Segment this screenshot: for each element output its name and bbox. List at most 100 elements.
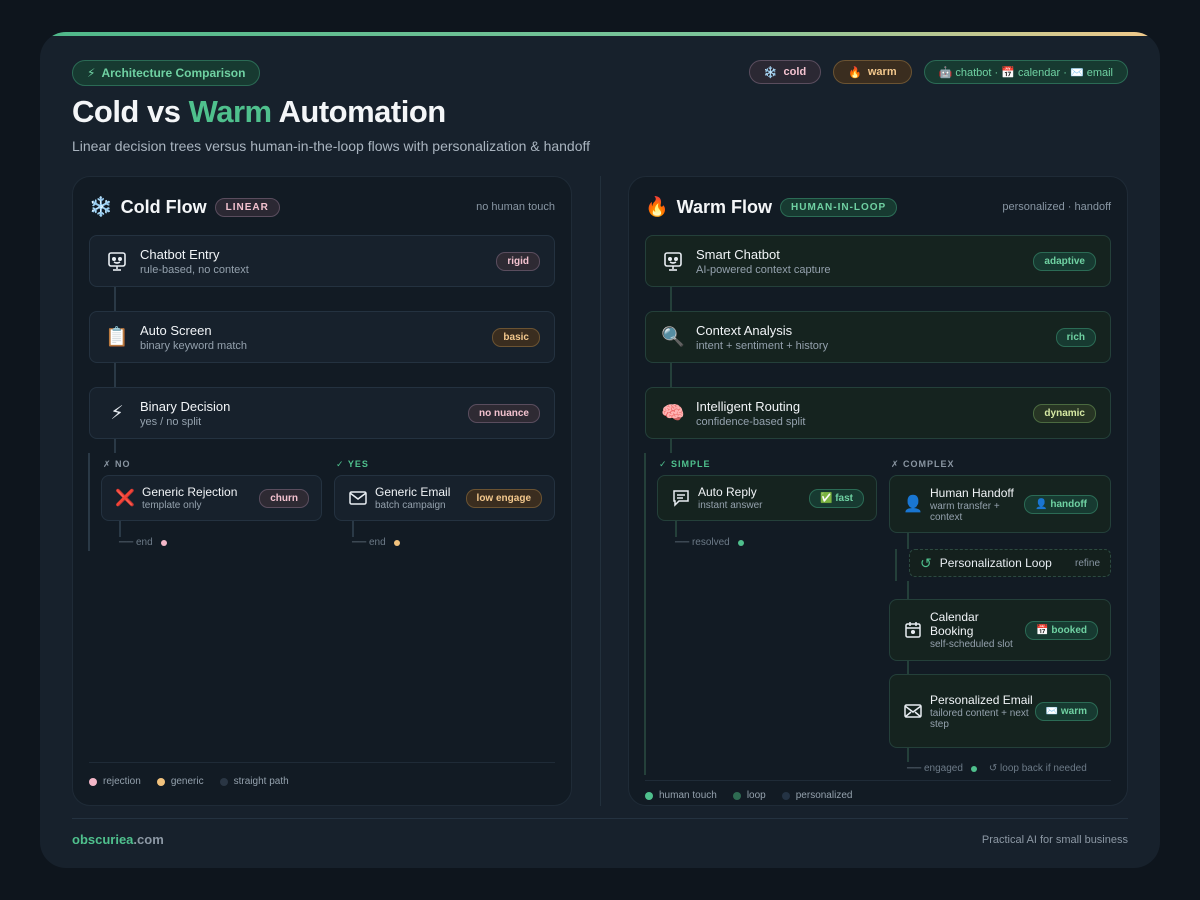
node-subtitle: yes / no split — [140, 415, 202, 428]
cold-panel-title: Cold Flow — [120, 196, 207, 217]
node-subtitle: tailored content + next step — [930, 707, 1029, 730]
connector — [114, 439, 116, 453]
connector — [670, 439, 672, 453]
chat-bubble-icon — [670, 487, 692, 509]
node-subtitle: binary keyword match — [140, 339, 247, 352]
end-dot — [737, 539, 744, 546]
chip-cold: ❄️ cold — [748, 60, 822, 84]
connector — [907, 661, 909, 675]
connector — [907, 533, 909, 549]
end-label: ── engaged — [907, 763, 963, 774]
end-row-yes: ── end — [352, 537, 400, 548]
page-subtitle: Linear decision trees versus human-in-th… — [72, 138, 591, 154]
brand-name: obscuriea — [72, 832, 134, 847]
legend-label: rejection — [103, 776, 141, 787]
connector — [907, 748, 909, 762]
warm-panel-note: personalized · handoff — [1002, 201, 1111, 213]
magnifier-icon: 🔍 — [661, 327, 685, 348]
node-intelligent-routing: 🧠 Intelligent Routing confidence-based s… — [645, 387, 1111, 439]
end-dot — [393, 539, 400, 546]
node-badge: ✅ fast — [808, 488, 864, 508]
warm-panel-title: Warm Flow — [676, 196, 773, 217]
node-title: Personalized Email — [930, 692, 1033, 707]
human-in-loop-tag: HUMAN-IN-LOOP — [780, 197, 898, 217]
end-label: ── end — [119, 537, 153, 548]
fire-icon: 🔥 — [645, 197, 669, 218]
calendar-icon — [902, 619, 924, 641]
node-title: Calendar Booking — [930, 610, 979, 638]
envelope-icon — [902, 700, 924, 722]
node-generic-rejection: ❌ Generic Rejection template only churn — [101, 475, 322, 521]
legend-dot — [732, 791, 741, 800]
legend-label: human touch — [659, 790, 717, 801]
node-subtitle: rule-based, no context — [140, 263, 249, 276]
chip-tools-label: 🤖 chatbot · 📅 calendar · ✉️ email — [938, 66, 1113, 79]
legend-item: generic — [156, 776, 204, 787]
footer-divider — [72, 818, 1128, 819]
node-subtitle: intent + sentiment + history — [696, 339, 829, 352]
snowflake-icon: ❄️ — [763, 66, 778, 79]
architecture-label: Architecture Comparison — [101, 66, 246, 80]
header-chips: ❄️ cold 🔥 warm 🤖 chatbot · 📅 calendar · … — [748, 60, 1128, 84]
node-title: Chatbot Entry — [140, 246, 220, 262]
warm-panel-header: 🔥 Warm Flow HUMAN-IN-LOOP — [645, 195, 898, 219]
fire-icon: 🔥 — [848, 66, 862, 79]
legend-label: loop — [746, 790, 766, 801]
node-subtitle: instant answer — [698, 500, 763, 511]
legend-item: personalized — [781, 790, 852, 801]
branch-label-complex: ✗ COMPLEX — [891, 459, 955, 469]
legend-label: straight path — [233, 776, 289, 787]
node-badge: rigid — [496, 251, 540, 271]
node-subtitle: template only — [142, 500, 202, 511]
legend-dot — [156, 777, 165, 786]
cold-legend: rejection generic straight path — [89, 776, 289, 787]
node-badge: dynamic — [1033, 403, 1096, 423]
node-subtitle: AI-powered context capture — [696, 263, 831, 276]
legend-dot — [89, 777, 97, 786]
cold-panel-note: no human touch — [476, 201, 555, 213]
node-title: Auto Screen — [140, 322, 212, 338]
legend-item: straight path — [219, 776, 289, 787]
snowflake-icon: ❄️ — [89, 197, 113, 218]
node-title: Intelligent Routing — [696, 398, 801, 414]
loop-icon: ↺ — [920, 554, 932, 571]
node-binary-decision: ⚡ Binary Decision yes / no split no nuan… — [89, 387, 555, 439]
robot-icon — [660, 248, 686, 274]
node-personalized-email: Personalized Email tailored content + ne… — [889, 674, 1111, 748]
node-badge: rich — [1055, 327, 1096, 347]
node-subtitle: self-scheduled slot — [930, 639, 1013, 650]
envelope-icon — [347, 487, 369, 509]
title-pre: Cold vs — [72, 94, 189, 129]
legend-item: rejection — [89, 776, 141, 787]
warm-flow-panel: 🔥 Warm Flow HUMAN-IN-LOOP personalized ·… — [628, 176, 1128, 806]
node-badge: 📅 booked — [1025, 620, 1098, 640]
legend-divider — [645, 780, 1111, 781]
legend-dot — [645, 791, 653, 800]
linear-tag: LINEAR — [214, 197, 280, 217]
connector — [907, 581, 909, 599]
brand-logo: obscuriea.com — [72, 832, 164, 847]
node-subtitle: confidence-based split — [696, 415, 806, 428]
connector — [670, 287, 672, 311]
connector — [114, 363, 116, 387]
loop-title: Personalization Loop — [939, 556, 1052, 570]
architecture-badge: ⚡ Architecture Comparison — [72, 60, 261, 86]
node-chatbot-entry: Chatbot Entry rule-based, no context rig… — [89, 235, 555, 287]
accent-bar — [40, 32, 1160, 36]
node-badge: ✉️ warm — [1034, 701, 1098, 721]
node-context-analysis: 🔍 Context Analysis intent + sentiment + … — [645, 311, 1111, 363]
chip-warm-label: warm — [867, 66, 897, 78]
connector — [114, 287, 116, 311]
node-title: Generic Email — [375, 485, 451, 499]
node-calendar-booking: Calendar Booking self-scheduled slot 📅 b… — [889, 599, 1111, 661]
node-title: Binary Decision — [140, 398, 231, 414]
end-row-resolved: ── resolved — [675, 537, 744, 548]
end-row-engaged: ── engaged ↺ loop back if needed — [907, 763, 1087, 774]
loop-rail — [895, 549, 897, 581]
end-label: ── end — [352, 537, 386, 548]
robot-icon — [104, 248, 130, 274]
node-badge: churn — [259, 488, 309, 508]
end-dot — [970, 765, 977, 772]
branch-label-simple: ✓ SIMPLE — [659, 459, 711, 469]
node-badge: 👤 handoff — [1024, 494, 1098, 514]
